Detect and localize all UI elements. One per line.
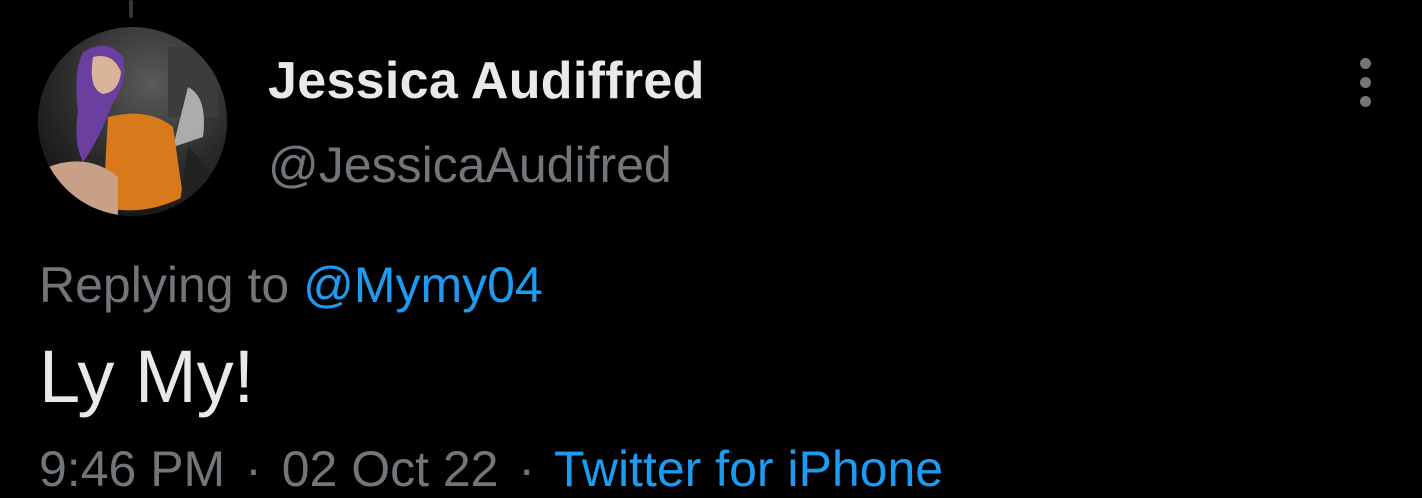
thread-connector-line xyxy=(129,0,133,18)
reply-mention-link[interactable]: @Mymy04 xyxy=(303,257,543,313)
more-options-button[interactable] xyxy=(1340,55,1392,111)
meta-separator: · xyxy=(245,441,262,497)
replying-to-line: Replying to @Mymy04 xyxy=(39,256,543,314)
meta-separator: · xyxy=(518,441,536,497)
author-handle[interactable]: @JessicaAudifred xyxy=(268,136,672,194)
tweet-time[interactable]: 9:46 PM xyxy=(39,441,225,497)
tweet-date[interactable]: 02 Oct 22 xyxy=(282,441,499,497)
tweet-source-link[interactable]: Twitter for iPhone xyxy=(554,441,943,497)
profile-photo-icon xyxy=(38,27,227,216)
tweet-meta: 9:46 PM · 02 Oct 22 · Twitter for iPhone xyxy=(39,440,943,498)
author-display-name[interactable]: Jessica Audiffred xyxy=(268,51,705,111)
replying-to-label: Replying to xyxy=(39,257,290,313)
avatar[interactable] xyxy=(38,27,227,216)
tweet-text: Ly My! xyxy=(39,335,255,418)
